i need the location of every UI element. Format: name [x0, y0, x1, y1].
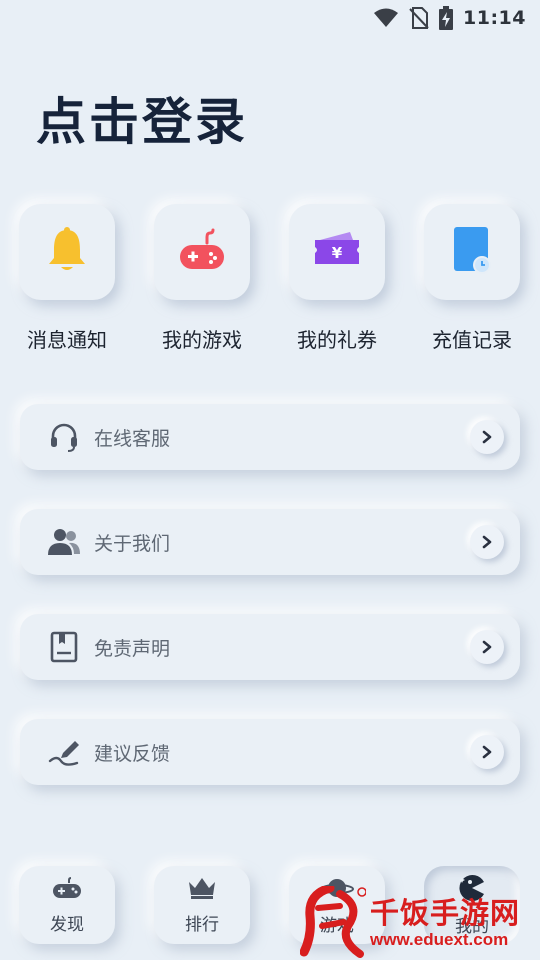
svg-text:¥: ¥ [332, 244, 343, 262]
menu-item-label: 关于我们 [94, 532, 171, 555]
watermark-logo-icon [299, 883, 367, 960]
gamepad-icon [177, 227, 227, 277]
ticket-icon: ¥ [312, 230, 362, 274]
nav-tab-ranking[interactable]: 排行 [154, 866, 250, 944]
chevron-right-icon[interactable] [470, 420, 504, 454]
quick-action-recharge-records[interactable]: 充值记录 [407, 204, 537, 353]
quick-action-coupons[interactable]: ¥ 我的礼券 [272, 204, 402, 353]
crown-icon [186, 876, 218, 904]
bell-icon [47, 226, 87, 278]
menu-item-online-service[interactable]: 在线客服 [20, 404, 520, 470]
watermark: 千饭手游网 www.eduext.com [296, 882, 540, 960]
battery-charging-icon [439, 6, 454, 30]
headset-icon [46, 419, 82, 455]
watermark-brand: 千饭手游网 [370, 896, 521, 930]
document-icon [46, 629, 82, 665]
nav-tab-discover[interactable]: 发现 [19, 866, 115, 944]
quick-action-label: 我的游戏 [162, 328, 242, 352]
menu-item-about-us[interactable]: 关于我们 [20, 509, 520, 575]
quick-actions: 消息通知 我的游戏 ¥ 我的礼券 充值记录 [0, 204, 540, 354]
quick-action-my-games[interactable]: 我的游戏 [137, 204, 267, 353]
menu-item-feedback[interactable]: 建议反馈 [20, 719, 520, 785]
menu-item-label: 建议反馈 [94, 742, 171, 765]
menu-item-label: 免责声明 [94, 637, 171, 660]
quick-action-label: 充值记录 [432, 328, 512, 352]
record-icon [450, 225, 494, 279]
quick-action-label: 消息通知 [27, 328, 107, 352]
chevron-right-icon[interactable] [470, 630, 504, 664]
quick-action-label: 我的礼券 [297, 328, 377, 352]
chevron-right-icon[interactable] [470, 525, 504, 559]
quick-action-tile[interactable]: ¥ [289, 204, 385, 300]
quick-action-tile[interactable] [19, 204, 115, 300]
nav-tab-label: 排行 [185, 914, 219, 935]
no-sim-icon [409, 7, 429, 29]
wifi-icon [373, 8, 399, 28]
quick-action-tile[interactable] [424, 204, 520, 300]
menu-item-disclaimer[interactable]: 免责声明 [20, 614, 520, 680]
gamepad-outline-icon [51, 876, 83, 904]
menu-item-label: 在线客服 [94, 427, 171, 450]
watermark-url: www.eduext.com [370, 930, 509, 949]
users-icon [46, 524, 82, 560]
pen-icon [46, 734, 82, 770]
quick-action-notifications[interactable]: 消息通知 [2, 204, 132, 353]
login-title[interactable]: 点击登录 [36, 82, 248, 154]
chevron-right-icon[interactable] [470, 735, 504, 769]
quick-action-tile[interactable] [154, 204, 250, 300]
status-bar: 11:14 [0, 0, 540, 36]
status-time: 11:14 [463, 7, 526, 29]
nav-tab-label: 发现 [50, 914, 84, 935]
